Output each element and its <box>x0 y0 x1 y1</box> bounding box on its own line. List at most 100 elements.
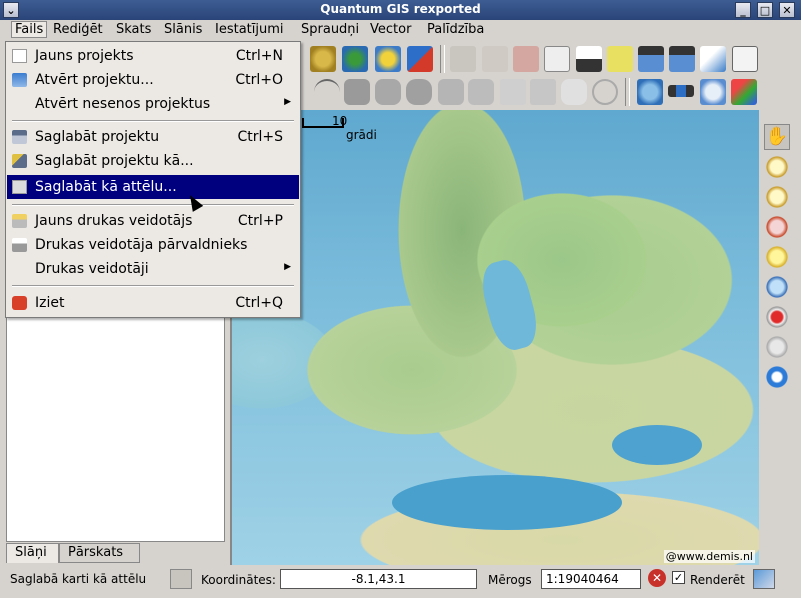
composer-manager-icon <box>12 238 27 252</box>
add-vector-layer-icon[interactable] <box>310 46 336 72</box>
toolbar-separator <box>625 78 630 106</box>
projection-icon[interactable] <box>753 569 775 589</box>
menu-item-save-project-as[interactable]: Saglabāt projektu kā... <box>7 149 299 173</box>
maximize-icon[interactable]: □ <box>757 2 773 18</box>
window-title: Quantum GIS rexported <box>320 2 481 16</box>
refresh-plugin-icon[interactable] <box>731 79 757 105</box>
menu-item-print-composers[interactable]: Drukas veidotāji ▶ <box>7 257 299 281</box>
scale-field[interactable]: 1:19040464 <box>541 569 641 589</box>
menu-item-exit[interactable]: Iziet Ctrl+Q <box>7 291 299 315</box>
zoom-to-selection-icon[interactable] <box>764 244 790 270</box>
menu-bar: Fails Rediģēt Skats Slānis Iestatījumi S… <box>0 20 801 42</box>
scale-bar: 10 grādi <box>302 114 377 142</box>
menu-spraudni[interactable]: Spraudņi <box>298 22 362 37</box>
render-checkbox[interactable]: ✓ <box>672 571 685 584</box>
zoom-full-icon[interactable] <box>764 214 790 240</box>
identify-icon[interactable] <box>700 79 726 105</box>
close-icon[interactable]: ✕ <box>779 2 795 18</box>
status-bar: Saglabā karti kā attēlu Koordinātes: -8.… <box>0 566 801 596</box>
file-menu-dropdown: Jauns projekts Ctrl+N Atvērt projektu...… <box>5 41 301 318</box>
tab-overview[interactable]: Pārskats <box>59 543 140 563</box>
zoom-next-icon[interactable] <box>764 334 790 360</box>
coords-label: Koordinātes: <box>201 573 276 587</box>
save-as-icon <box>12 154 27 168</box>
scale-label: Mērogs <box>488 573 532 587</box>
menu-iestatijumi[interactable]: Iestatījumi <box>212 22 287 37</box>
menu-separator <box>12 120 294 122</box>
add-raster-layer-icon[interactable] <box>342 46 368 72</box>
toolbar-separator <box>440 45 445 73</box>
menu-palidziba[interactable]: Palīdzība <box>424 22 487 37</box>
map-canvas[interactable]: 10 grādi @www.demis.nl <box>230 110 759 565</box>
select-features-icon[interactable] <box>482 46 508 72</box>
stop-render-icon[interactable]: ✕ <box>648 569 666 587</box>
menu-item-new-print-composer[interactable]: Jauns drukas veidotājs Ctrl+P <box>7 209 299 233</box>
capture-point-icon[interactable] <box>450 46 476 72</box>
open-project-icon <box>12 73 27 87</box>
new-bookmark-icon[interactable] <box>638 46 664 72</box>
toolbar-digitize <box>300 76 770 110</box>
map-navigation-toolbar: ✋ <box>762 110 794 565</box>
scale-bar-value: 10 <box>332 114 348 128</box>
move-feature-icon[interactable] <box>375 79 401 105</box>
label-icon[interactable] <box>700 46 726 72</box>
gps-icon[interactable] <box>668 85 694 97</box>
split-features-icon[interactable] <box>468 79 494 105</box>
deselect-icon[interactable] <box>513 46 539 72</box>
exit-icon <box>12 296 27 310</box>
globe-icon[interactable] <box>637 79 663 105</box>
menu-separator <box>12 285 294 287</box>
print-composer-icon <box>12 214 27 228</box>
scale-bar-unit: grādi <box>346 128 377 142</box>
toggle-extents-icon[interactable] <box>170 569 192 589</box>
move-vertex-icon[interactable] <box>530 79 556 105</box>
remove-layer-icon[interactable] <box>407 46 433 72</box>
add-island-icon[interactable] <box>438 79 464 105</box>
tab-layers[interactable]: Slāņi <box>6 543 59 563</box>
title-bar: ⌄ Quantum GIS rexported _ □ ✕ <box>0 0 801 20</box>
menu-item-save-as-image[interactable]: Saglabāt kā attēlu... <box>7 175 299 199</box>
rotate-icon[interactable] <box>592 79 618 105</box>
zoom-out-icon[interactable] <box>764 184 790 210</box>
map-tips-icon[interactable] <box>607 46 633 72</box>
coords-field[interactable]: -8.1,43.1 <box>280 569 477 589</box>
minimize-icon[interactable]: _ <box>735 2 751 18</box>
capture-line-icon[interactable] <box>314 79 340 105</box>
map-water-black-sea <box>612 425 702 465</box>
menu-slanis[interactable]: Slānis <box>161 22 205 37</box>
map-water-baltic <box>476 255 543 355</box>
node-tool-icon[interactable] <box>500 79 526 105</box>
menu-rediget[interactable]: Rediģēt <box>50 22 106 37</box>
submenu-arrow-icon: ▶ <box>284 97 291 107</box>
save-image-icon <box>12 180 27 194</box>
capture-polygon-icon[interactable] <box>344 79 370 105</box>
refresh-icon[interactable] <box>764 364 790 390</box>
submenu-arrow-icon: ▶ <box>284 262 291 272</box>
simplify-icon[interactable] <box>561 79 587 105</box>
measure-icon[interactable] <box>576 46 602 72</box>
map-water-mediterranean <box>392 475 622 530</box>
add-ring-icon[interactable] <box>406 79 432 105</box>
zoom-to-layer-icon[interactable] <box>764 274 790 300</box>
menu-vector[interactable]: Vector <box>367 22 414 37</box>
menu-item-save-project[interactable]: Saglabāt projektu Ctrl+S <box>7 125 299 149</box>
status-message: Saglabā karti kā attēlu <box>10 572 147 586</box>
attribute-table-icon[interactable] <box>544 46 570 72</box>
new-project-icon <box>12 49 27 63</box>
zoom-last-icon[interactable] <box>764 304 790 330</box>
menu-fails[interactable]: Fails <box>11 21 48 38</box>
show-bookmarks-icon[interactable] <box>669 46 695 72</box>
menu-skats[interactable]: Skats <box>113 22 154 37</box>
menu-item-open-project[interactable]: Atvērt projektu... Ctrl+O <box>7 68 299 92</box>
add-wms-layer-icon[interactable] <box>375 46 401 72</box>
pan-hand-icon[interactable]: ✋ <box>764 124 790 150</box>
map-credit: @www.demis.nl <box>663 550 755 563</box>
render-label: Renderēt <box>690 573 745 587</box>
zoom-in-icon[interactable] <box>764 154 790 180</box>
toolbar-top <box>300 42 770 76</box>
menu-item-new-project[interactable]: Jauns projekts Ctrl+N <box>7 44 299 68</box>
save-icon <box>12 130 27 144</box>
menu-item-recent-projects[interactable]: Atvērt nesenos projektus ▶ <box>7 92 299 116</box>
text-annotation-icon[interactable] <box>732 46 758 72</box>
menu-item-composer-manager[interactable]: Drukas veidotāja pārvaldnieks <box>7 233 299 257</box>
